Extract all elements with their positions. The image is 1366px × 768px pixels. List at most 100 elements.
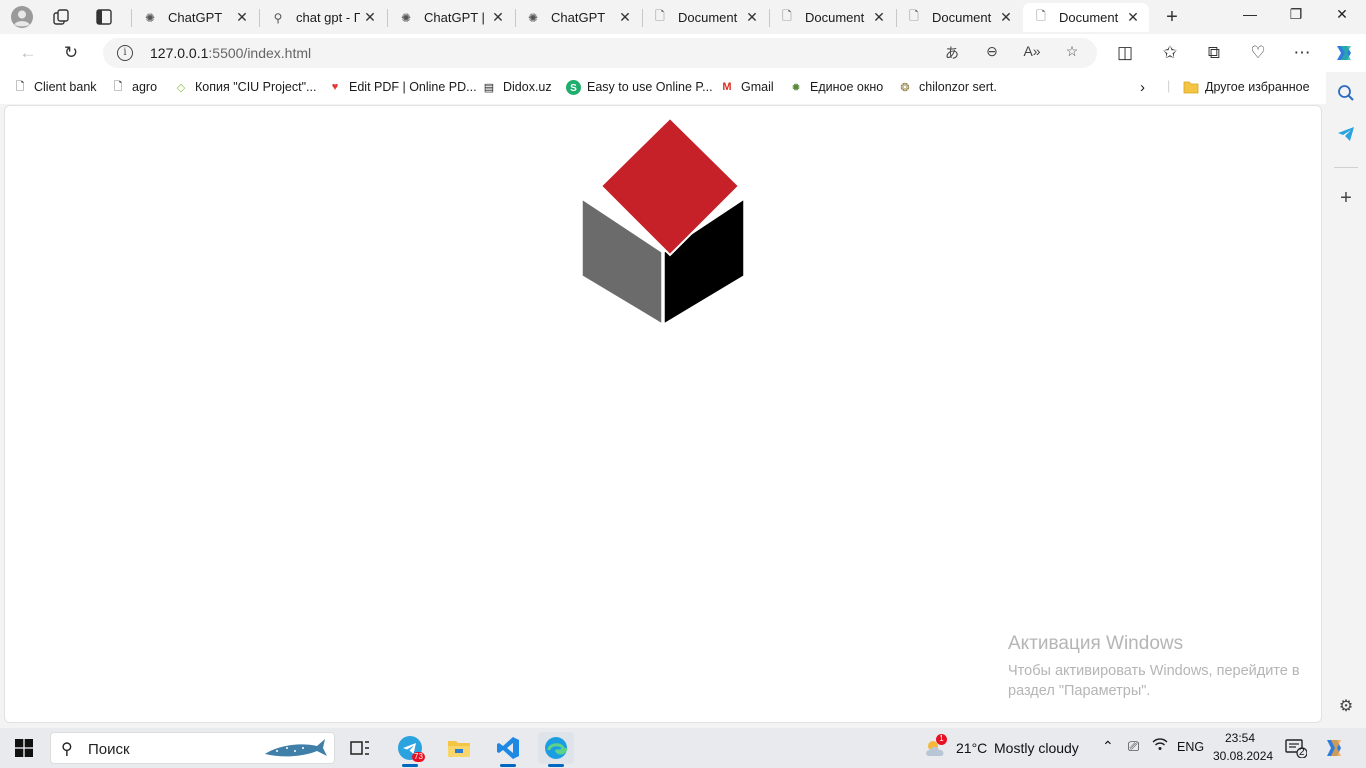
favorite-gmail[interactable]: M Gmail — [719, 79, 773, 95]
favorite-ciu-project[interactable]: ◇ Копия "CIU Project"... — [173, 79, 317, 95]
favorite-other-folder[interactable]: Другое избранное — [1183, 79, 1310, 95]
favorite-label: Client bank — [34, 80, 97, 94]
favorite-label: Easy to use Online P... — [587, 80, 713, 94]
weather-badge: 1 — [936, 734, 947, 745]
whale-shark-icon — [265, 739, 327, 757]
tab-actions-icon[interactable] — [91, 5, 117, 29]
favorite-edit-pdf[interactable]: ♥ Edit PDF | Online PD... — [327, 79, 477, 95]
favorite-agro[interactable]: 🗋 agro — [110, 79, 157, 95]
favorite-label: Didox.uz — [503, 80, 552, 94]
activation-title: Активация Windows — [1008, 633, 1184, 654]
vscode-running-indicator — [500, 764, 516, 767]
notification-count: 2 — [1299, 747, 1305, 758]
address-url[interactable]: 127.0.0.1:5500/index.html — [150, 45, 311, 61]
close-icon[interactable]: ✕ — [360, 9, 380, 26]
tab-document-3[interactable]: 🗋 Document ✕ — [896, 3, 1022, 32]
gear-icon[interactable]: ⚙ — [1334, 694, 1358, 718]
minimize-icon[interactable]: — — [1230, 6, 1270, 28]
back-icon[interactable]: ← — [14, 40, 42, 66]
clock-time[interactable]: 23:54 — [1225, 731, 1255, 745]
close-icon[interactable]: ✕ — [996, 9, 1016, 26]
favorite-label: Копия "CIU Project"... — [195, 80, 317, 94]
page-icon: 🗋 — [113, 80, 123, 93]
telegram-icon[interactable] — [1334, 122, 1358, 146]
windows-start-icon[interactable] — [6, 732, 42, 764]
tab-search[interactable]: ⚲ chat gpt - По ✕ — [260, 3, 386, 32]
tab-chatgpt-2[interactable]: ✺ ChatGPT | O ✕ — [388, 3, 514, 32]
close-icon[interactable]: ✕ — [869, 9, 889, 26]
file-explorer-icon[interactable] — [441, 732, 477, 764]
tab-document-active[interactable]: 🗋 Document ✕ — [1023, 3, 1149, 32]
chevron-right-icon[interactable]: › — [1140, 79, 1145, 96]
edge-running-indicator — [548, 764, 564, 767]
task-view-icon[interactable] — [342, 732, 378, 764]
edge-icon[interactable] — [538, 732, 574, 764]
copilot-icon[interactable] — [1330, 40, 1358, 66]
close-icon[interactable]: ✕ — [742, 9, 762, 26]
windows-activation-watermark: Активация Windows Чтобы активировать Win… — [1008, 633, 1318, 701]
close-icon[interactable]: ✕ — [615, 9, 635, 26]
telegram-running-indicator — [402, 764, 418, 767]
browser-essentials-icon[interactable]: ♡ — [1244, 40, 1272, 66]
favorite-star-icon[interactable]: ☆ — [1061, 43, 1083, 63]
tab-document-1[interactable]: 🗋 Document ✕ — [642, 3, 768, 32]
new-tab-icon[interactable]: + — [1159, 5, 1185, 29]
close-icon[interactable]: ✕ — [1123, 9, 1143, 26]
zoom-out-icon[interactable]: ⊖ — [981, 43, 1003, 63]
heart-icon: ♥ — [331, 81, 339, 93]
copilot-taskbar-icon[interactable] — [1316, 732, 1352, 764]
address-bar[interactable]: i 127.0.0.1:5500/index.html あ ⊖ A» ☆ — [103, 38, 1097, 68]
search-icon[interactable] — [1334, 81, 1358, 105]
site-info-icon[interactable]: i — [117, 45, 133, 61]
collections-icon[interactable]: ⧉ — [1200, 40, 1228, 66]
refresh-icon[interactable]: ↻ — [57, 40, 85, 66]
weather-cloudy-icon[interactable]: 1 — [918, 732, 954, 764]
wifi-icon[interactable] — [1152, 737, 1168, 755]
tab-label: Document — [678, 10, 738, 25]
favorite-easy-online[interactable]: S Easy to use Online P... — [565, 79, 713, 95]
restore-icon[interactable]: ❐ — [1276, 6, 1316, 28]
favorite-client-bank[interactable]: 🗋 Client bank — [12, 79, 97, 95]
close-icon[interactable]: ✕ — [232, 9, 252, 26]
notification-center-icon[interactable]: 2 — [1278, 732, 1314, 764]
read-aloud-icon[interactable]: A» — [1021, 43, 1043, 63]
svg-text:S: S — [570, 83, 577, 94]
profile-icon[interactable] — [9, 5, 35, 29]
page-icon: 🗋 — [15, 80, 25, 93]
weather-temperature[interactable]: 21°C — [956, 740, 987, 756]
document-icon: ▤ — [483, 81, 495, 94]
chevron-up-icon[interactable]: ⌃ — [1102, 738, 1114, 755]
vscode-icon[interactable] — [490, 732, 526, 764]
s-circle-icon: S — [565, 79, 581, 95]
split-screen-icon[interactable]: ◫ — [1111, 40, 1139, 66]
tab-strip: ✺ ChatGPT ✕ ⚲ chat gpt - По ✕ ✺ ChatGPT … — [0, 0, 1366, 34]
favorites-divider: | — [1167, 79, 1171, 93]
favorite-chilonzor[interactable]: ❂ chilonzor sert. — [897, 79, 996, 95]
tab-label: ChatGPT — [551, 10, 606, 25]
favorite-edinoe-okno[interactable]: ✹ Единое окно — [788, 79, 883, 95]
weather-condition[interactable]: Mostly cloudy — [994, 740, 1079, 756]
close-window-icon[interactable]: ✕ — [1322, 6, 1362, 28]
tab-document-2[interactable]: 🗋 Document ✕ — [769, 3, 895, 32]
page-icon: 🗋 — [1036, 9, 1046, 23]
chatgpt-icon: ✺ — [527, 10, 539, 25]
page-icon: 🗋 — [909, 9, 919, 23]
add-icon[interactable]: + — [1334, 186, 1358, 210]
more-icon[interactable]: ⋯ — [1288, 40, 1316, 66]
telegram-app-icon[interactable]: 73 — [392, 732, 428, 764]
close-icon[interactable]: ✕ — [488, 9, 508, 26]
sidebar-divider — [1334, 167, 1358, 168]
workspaces-icon[interactable] — [49, 5, 75, 29]
tab-chatgpt-1[interactable]: ✺ ChatGPT ✕ — [132, 3, 258, 32]
translate-icon[interactable]: あ — [941, 43, 963, 63]
diamond-icon: ◇ — [176, 81, 186, 94]
language-indicator[interactable]: ENG — [1177, 740, 1204, 754]
taskbar-search[interactable]: ⚲ Поиск — [50, 732, 335, 764]
camera-privacy-icon[interactable]: ⎚ — [1128, 738, 1139, 755]
favorite-didox[interactable]: ▤ Didox.uz — [481, 79, 552, 95]
cube-logo — [581, 116, 745, 326]
tab-chatgpt-3[interactable]: ✺ ChatGPT ✕ — [515, 3, 641, 32]
clock-date[interactable]: 30.08.2024 — [1213, 749, 1273, 763]
tab-label: chat gpt - По — [296, 10, 360, 25]
favorites-icon[interactable]: ✩ — [1156, 40, 1184, 66]
